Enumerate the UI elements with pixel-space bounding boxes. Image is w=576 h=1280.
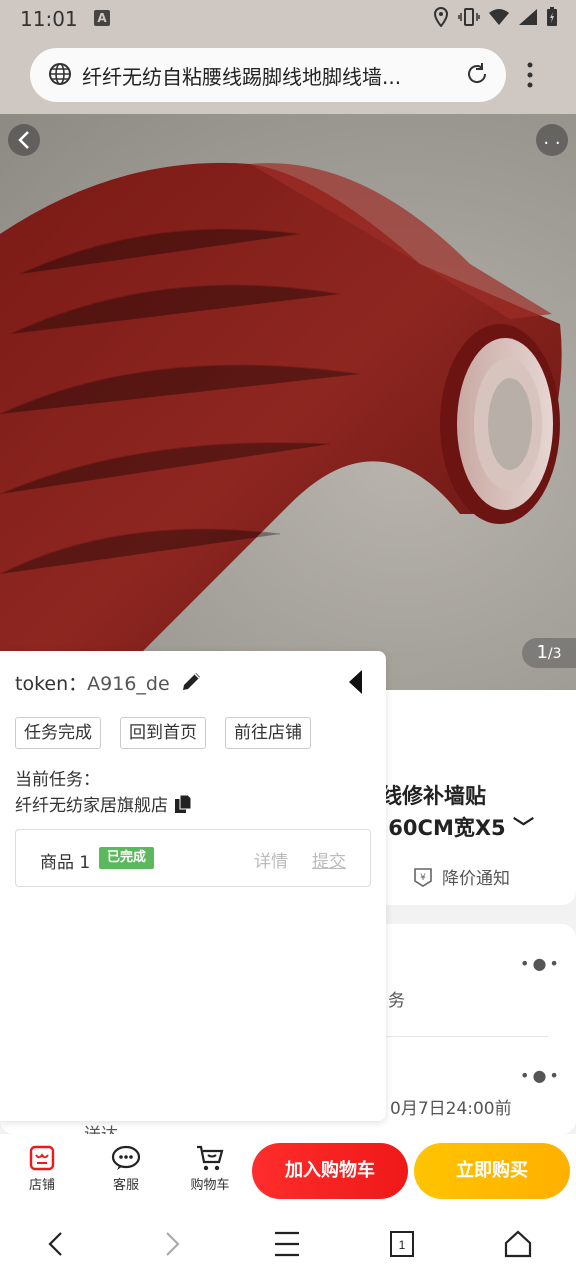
token-value: A916_de <box>87 673 170 695</box>
vibrate-icon <box>458 8 480 26</box>
service-text: 务 <box>388 991 405 1011</box>
cart-icon <box>197 1145 224 1171</box>
more-dots-icon[interactable]: •●• <box>520 954 562 973</box>
back-button[interactable] <box>8 124 40 156</box>
item-name: 商品 1 <box>40 853 91 873</box>
tab-service-label: 客服 <box>112 1178 139 1193</box>
back-home-button[interactable]: 回到首页 <box>120 717 206 749</box>
edit-pencil-icon[interactable] <box>180 669 204 693</box>
tab-store[interactable]: 店铺 <box>10 1142 74 1193</box>
wood-roll-image <box>0 162 562 690</box>
chevron-left-icon <box>18 131 29 149</box>
product-title-line2: ㄨ 60CM宽X5 ﹀ <box>360 816 534 840</box>
divider <box>386 1036 548 1037</box>
product-image[interactable]: . . 1/3 <box>0 114 576 690</box>
token-label: token： <box>15 673 88 695</box>
bottom-action-bar: 店铺 客服 购物车 加入购物车 立即购买 <box>0 1134 576 1208</box>
image-counter-total: /3 <box>547 646 562 662</box>
submit-link[interactable]: 提交 <box>312 847 346 872</box>
status-time: 11:01 <box>20 7 78 31</box>
wifi-icon <box>489 9 509 25</box>
copy-icon[interactable] <box>174 794 192 814</box>
signal-icon <box>519 9 537 25</box>
more-button[interactable]: . . <box>536 124 568 156</box>
current-store: 纤纤无纺家居旗舰店 <box>15 791 192 816</box>
price-tag-icon: ¥ <box>414 867 432 887</box>
status-icons <box>432 7 558 27</box>
store-icon <box>29 1145 55 1171</box>
svg-text:1: 1 <box>399 1238 406 1252</box>
tab-cart[interactable]: 购物车 <box>178 1142 242 1193</box>
product-title-line1: 角线修补墙贴 <box>360 784 486 808</box>
more-dots-icon[interactable]: •●• <box>520 1066 562 1085</box>
image-counter-current: 1 <box>536 642 548 663</box>
tab-service[interactable]: 客服 <box>94 1142 158 1193</box>
battery-icon <box>547 7 557 26</box>
task-panel: token：A916_de 任务完成 回到首页 前往店铺 当前任务： 纤纤无纺家… <box>0 651 386 1121</box>
tab-cart-label: 购物车 <box>190 1178 230 1193</box>
tab-store-label: 店铺 <box>28 1178 55 1193</box>
status-a-icon: A <box>94 10 110 26</box>
location-icon <box>433 7 449 27</box>
product-title: 角线修补墙贴 ㄨ 60CM宽X5 ﹀ <box>360 780 570 844</box>
nav-menu-icon[interactable] <box>274 1230 300 1258</box>
browser-menu-icon[interactable] <box>526 62 534 88</box>
image-counter: 1/3 <box>522 638 576 668</box>
chat-icon <box>111 1145 141 1170</box>
status-bar: 11:01 A <box>0 0 576 36</box>
nav-home-icon[interactable] <box>504 1230 532 1258</box>
nav-forward-icon[interactable] <box>160 1230 184 1258</box>
url-title: 纤纤无纺自粘腰线踢脚线地脚线墙... <box>82 65 402 89</box>
globe-icon <box>49 63 71 85</box>
current-task-label: 当前任务： <box>15 770 100 790</box>
token-row: token：A916_de <box>15 669 170 696</box>
buy-now-button[interactable]: 立即购买 <box>414 1143 570 1199</box>
delivery-text: 0月7日24:00前 <box>390 1099 512 1119</box>
url-bar[interactable]: 纤纤无纺自粘腰线踢脚线地脚线墙... <box>30 48 506 102</box>
browser-toolbar: 纤纤无纺自粘腰线踢脚线地脚线墙... <box>0 36 576 114</box>
nav-back-icon[interactable] <box>44 1230 68 1258</box>
go-store-button[interactable]: 前往店铺 <box>225 717 311 749</box>
task-item-row: 商品 1 已完成 详情 提交 <box>15 829 371 887</box>
add-to-cart-button[interactable]: 加入购物车 <box>252 1143 408 1199</box>
status-badge: 已完成 <box>99 847 155 869</box>
price-drop-notify[interactable]: ¥ 降价通知 <box>412 864 510 889</box>
detail-link[interactable]: 详情 <box>254 847 288 872</box>
store-name: 纤纤无纺家居旗舰店 <box>15 796 168 816</box>
collapse-arrow-icon[interactable] <box>346 668 366 696</box>
browser-nav-bar: 1 <box>0 1208 576 1280</box>
reload-icon[interactable] <box>464 61 490 87</box>
task-complete-button[interactable]: 任务完成 <box>15 717 101 749</box>
price-drop-label: 降价通知 <box>442 869 510 889</box>
svg-text:¥: ¥ <box>420 873 426 883</box>
nav-tabs-icon[interactable]: 1 <box>389 1230 415 1258</box>
